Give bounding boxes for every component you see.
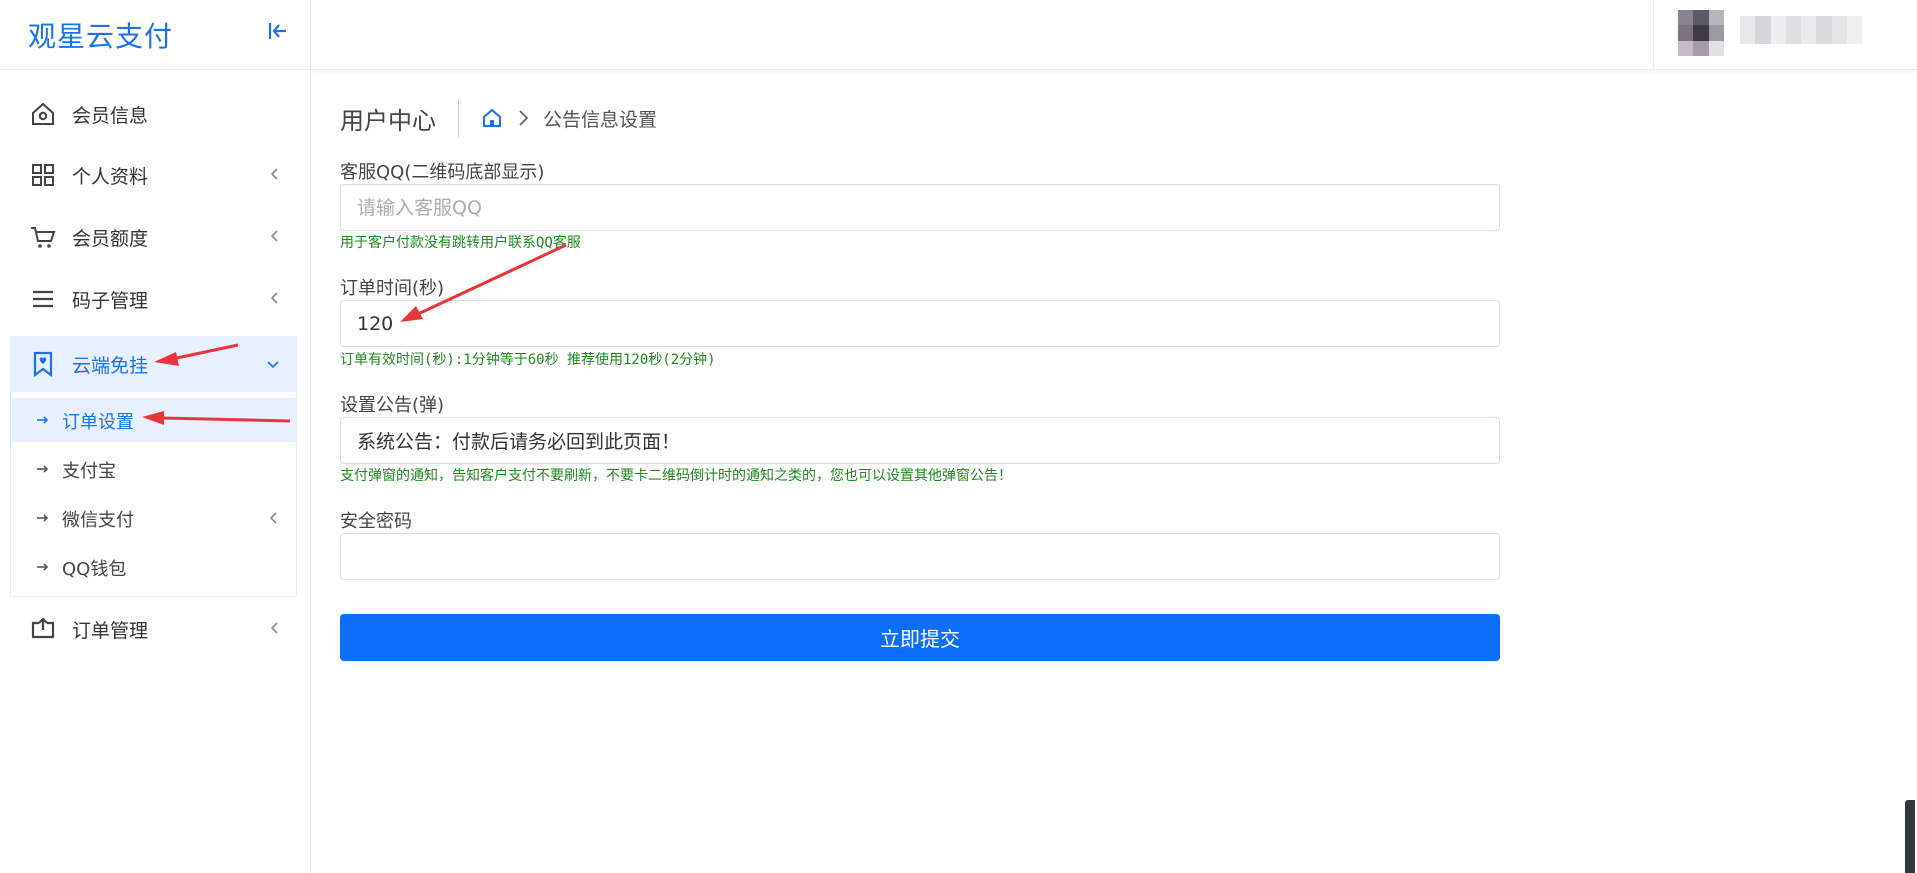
submenu-item-wechat-pay[interactable]: 微信支付 <box>12 496 296 540</box>
submenu-item-alipay[interactable]: 支付宝 <box>12 447 296 491</box>
arrow-right-icon <box>34 558 52 576</box>
security-password-label: 安全密码 <box>340 511 412 532</box>
header-divider <box>458 99 459 137</box>
breadcrumb-home-icon[interactable] <box>481 107 503 129</box>
chevron-left-icon <box>266 289 284 307</box>
chevron-right-icon <box>513 108 533 128</box>
sidebar-item-label: 会员额度 <box>72 228 149 250</box>
breadcrumb-current: 公告信息设置 <box>543 108 658 131</box>
brand-header: 观星云支付 <box>0 0 310 70</box>
username-blurred[interactable] <box>1740 16 1862 44</box>
menu-icon <box>30 286 56 312</box>
grid-icon <box>30 162 56 188</box>
order-time-input[interactable] <box>340 300 1500 347</box>
submenu-item-label: QQ钱包 <box>62 559 127 580</box>
sidebar-item-label: 码子管理 <box>72 290 149 312</box>
sidebar-item-label: 云端免挂 <box>72 355 149 377</box>
arrow-right-icon <box>34 509 52 527</box>
avatar[interactable] <box>1678 10 1724 56</box>
scroll-widget[interactable] <box>1905 800 1915 873</box>
submenu-item-label: 支付宝 <box>62 461 116 482</box>
sidebar: 观星云支付 会员信息 个人资料 会员额度 码子管理 云端免挂 订单管理 订单设置… <box>0 0 311 873</box>
cart-icon <box>30 224 56 250</box>
customer-service-qq-input[interactable] <box>340 184 1500 231</box>
cloud-hosting-submenu: 订单设置 支付宝 微信支付 QQ钱包 <box>10 392 297 597</box>
chevron-left-icon <box>265 509 283 527</box>
submit-button[interactable]: 立即提交 <box>340 614 1500 661</box>
announcement-input[interactable] <box>340 417 1500 464</box>
customer-service-qq-label: 客服QQ(二维码底部显示) <box>340 162 545 183</box>
sidebar-item-code-management[interactable]: 码子管理 <box>10 271 297 327</box>
order-time-label: 订单时间(秒) <box>340 278 445 299</box>
collapse-sidebar-icon[interactable] <box>266 20 288 42</box>
sidebar-item-member-info[interactable]: 会员信息 <box>10 86 297 142</box>
sidebar-item-quota[interactable]: 会员额度 <box>10 209 297 265</box>
page-title: 用户中心 <box>340 106 436 135</box>
home-icon <box>30 101 56 127</box>
sidebar-item-cloud-hosting[interactable]: 云端免挂 <box>10 336 297 392</box>
announcement-label: 设置公告(弹) <box>340 395 445 416</box>
sidebar-item-label: 会员信息 <box>72 105 149 127</box>
chevron-left-icon <box>266 227 284 245</box>
sidebar-item-label: 个人资料 <box>72 166 149 188</box>
arrow-right-icon <box>34 460 52 478</box>
chevron-down-icon <box>264 356 282 374</box>
box-arrow-icon <box>30 616 56 642</box>
submenu-item-label: 微信支付 <box>62 510 134 531</box>
chevron-left-icon <box>266 619 284 637</box>
order-time-help: 订单有效时间(秒):1分钟等于60秒 推荐使用120秒(2分钟) <box>340 352 716 368</box>
arrow-right-icon <box>34 411 52 429</box>
announcement-help: 支付弹窗的通知，告知客户支付不要刷新，不要卡二维码倒计时的通知之类的，您也可以设… <box>340 468 1012 484</box>
page-header: 用户中心 公告信息设置 <box>340 98 657 138</box>
bookmark-heart-icon <box>30 351 56 378</box>
security-password-input[interactable] <box>340 533 1500 580</box>
sidebar-item-profile[interactable]: 个人资料 <box>10 147 297 203</box>
top-bar <box>311 0 1917 70</box>
submenu-item-label: 订单设置 <box>62 412 134 433</box>
chevron-left-icon <box>266 165 284 183</box>
customer-service-qq-help: 用于客户付款没有跳转用户联系QQ客服 <box>340 235 581 251</box>
sidebar-item-order-management[interactable]: 订单管理 <box>10 601 297 657</box>
sidebar-item-label: 订单管理 <box>72 620 149 642</box>
submenu-item-order-settings[interactable]: 订单设置 <box>12 398 296 442</box>
submenu-item-qq-wallet[interactable]: QQ钱包 <box>12 545 296 589</box>
topbar-divider <box>1653 0 1654 70</box>
app-title: 观星云支付 <box>28 19 174 53</box>
